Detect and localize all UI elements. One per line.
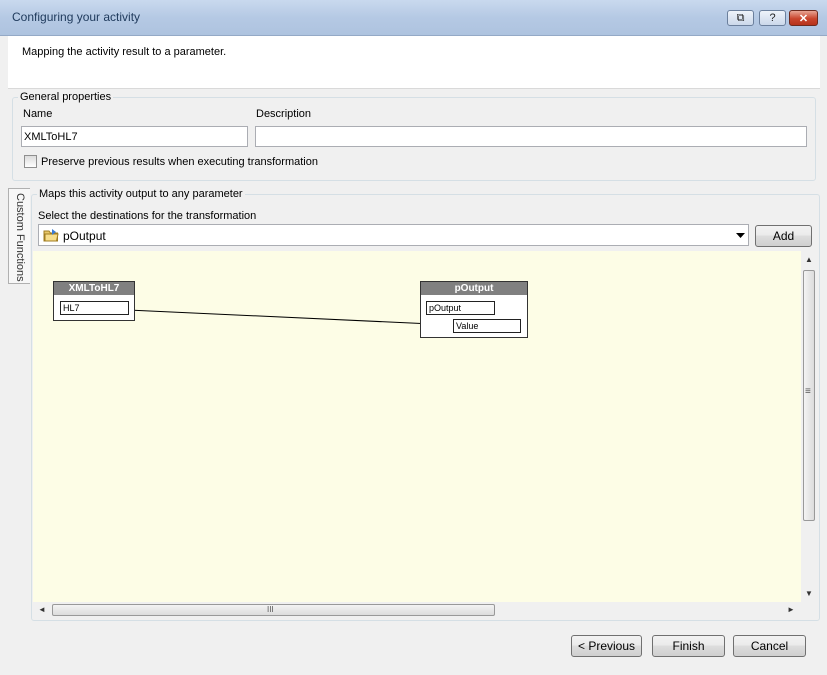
add-button[interactable]: Add	[755, 225, 812, 247]
source-node-title: XMLToHL7	[54, 282, 134, 295]
scroll-down-icon[interactable]: ▼	[805, 589, 813, 598]
previous-button[interactable]: < Previous	[571, 635, 642, 657]
title-bar: Configuring your activity ⧉ ? ✕	[0, 0, 827, 36]
restore-button[interactable]: ⧉	[727, 10, 754, 26]
general-properties-legend: General properties	[18, 91, 114, 103]
maps-legend: Maps this activity output to any paramet…	[37, 188, 245, 200]
tab-custom-functions[interactable]: Custom Functions	[8, 188, 30, 284]
description-field[interactable]	[255, 126, 807, 147]
mapping-canvas[interactable]: XMLToHL7 HL7 pOutput pOutput Value	[33, 251, 801, 602]
preserve-results-checkbox[interactable]	[24, 155, 37, 168]
help-button[interactable]: ?	[759, 10, 786, 26]
help-icon: ?	[769, 12, 776, 24]
horizontal-scroll-thumb[interactable]: III	[52, 604, 495, 616]
destination-select[interactable]: pOutput	[38, 224, 749, 246]
chevron-down-icon[interactable]	[736, 233, 745, 239]
finish-button[interactable]: Finish	[652, 635, 725, 657]
close-icon: ✕	[798, 12, 809, 25]
scroll-right-icon[interactable]: ►	[787, 605, 795, 614]
horizontal-scrollbar[interactable]: ◄ III ►	[33, 602, 801, 618]
vertical-scrollbar[interactable]: ▲ ≡ ▼	[801, 251, 817, 602]
scroll-up-icon[interactable]: ▲	[805, 255, 813, 264]
folder-icon	[43, 229, 59, 242]
scroll-left-icon[interactable]: ◄	[38, 605, 46, 614]
source-field-hl7[interactable]: HL7	[60, 301, 129, 315]
grip-icon: ≡	[805, 386, 811, 397]
window-title: Configuring your activity	[12, 10, 141, 24]
grip-icon: III	[267, 605, 274, 614]
target-node-title: pOutput	[421, 282, 527, 295]
vertical-scroll-thumb[interactable]: ≡	[803, 270, 815, 521]
restore-icon: ⧉	[736, 11, 745, 24]
close-button[interactable]: ✕	[789, 10, 818, 26]
header-panel: Mapping the activity result to a paramet…	[8, 36, 820, 89]
destination-select-value: pOutput	[63, 229, 106, 243]
source-node[interactable]: XMLToHL7 HL7	[53, 281, 135, 321]
target-node[interactable]: pOutput pOutput Value	[420, 281, 528, 338]
preserve-results-label: Preserve previous results when executing…	[41, 156, 318, 168]
header-text: Mapping the activity result to a paramet…	[22, 46, 227, 58]
name-label: Name	[23, 108, 53, 120]
custom-functions-label: Custom Functions	[14, 193, 26, 282]
destinations-label: Select the destinations for the transfor…	[38, 210, 257, 222]
mapping-connector-line	[127, 309, 455, 327]
target-field-value[interactable]: Value	[453, 319, 521, 333]
description-label: Description	[256, 108, 312, 120]
target-field-poutput[interactable]: pOutput	[426, 301, 495, 315]
cancel-button[interactable]: Cancel	[733, 635, 806, 657]
name-field[interactable]	[21, 126, 248, 147]
